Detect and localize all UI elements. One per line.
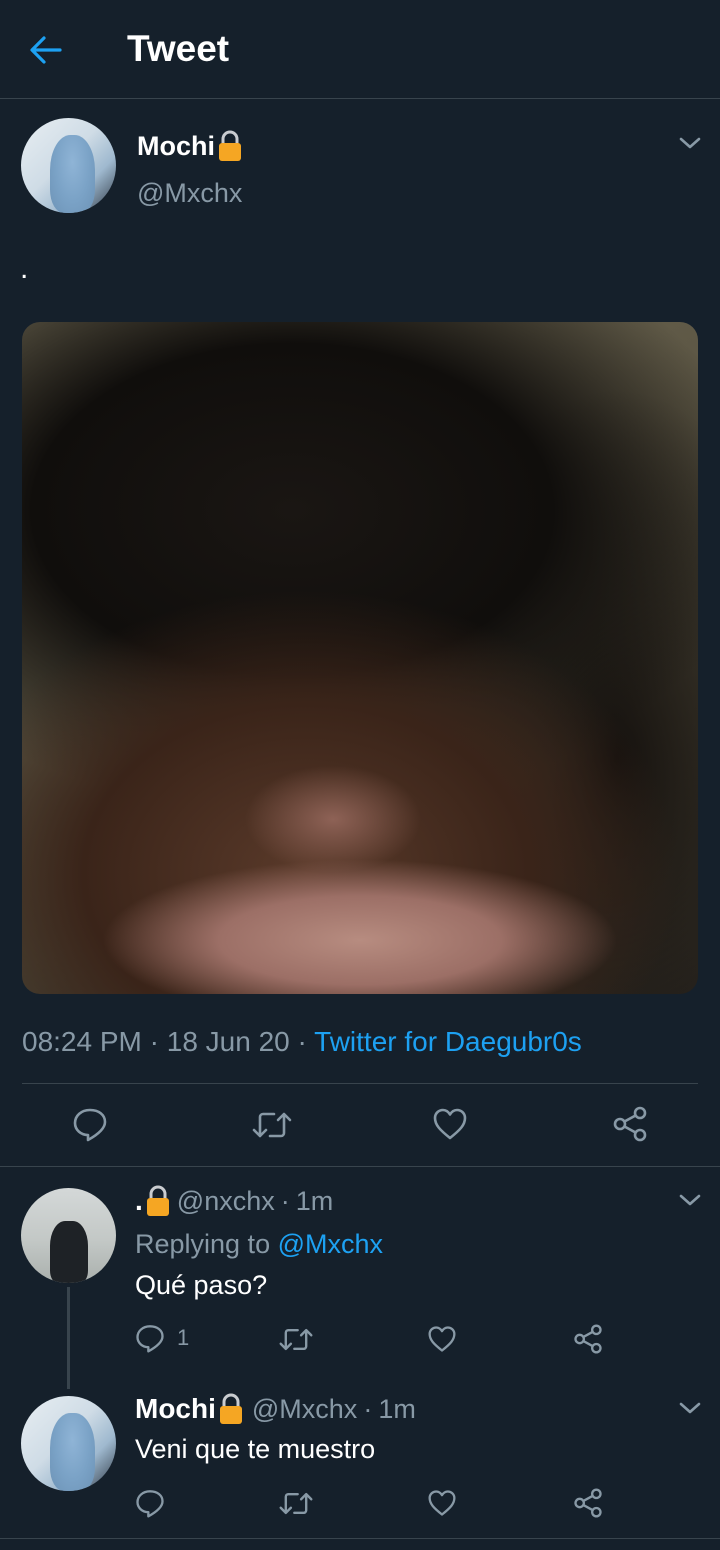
avatar[interactable] xyxy=(21,1188,116,1283)
reply-time: 1m xyxy=(378,1393,416,1424)
author-handle: @Mxchx xyxy=(137,178,243,208)
reply-icon xyxy=(73,1108,107,1142)
reply-header: . @nxchx · 1m xyxy=(135,1185,333,1217)
reply-count: 1 xyxy=(177,1325,190,1350)
chevron-down-icon xyxy=(679,1194,701,1206)
share-button[interactable] xyxy=(612,1106,648,1142)
reply-button[interactable]: 1 xyxy=(135,1323,189,1353)
reply-author-handle[interactable]: @nxchx xyxy=(177,1186,275,1217)
heart-icon xyxy=(428,1326,456,1352)
tweet-date: 18 Jun 20 xyxy=(166,1026,290,1057)
author-name: Mochi xyxy=(137,130,215,161)
retweet-icon xyxy=(252,1112,292,1138)
thread-line xyxy=(67,1287,70,1389)
reply-button[interactable] xyxy=(135,1488,165,1518)
share-icon xyxy=(574,1488,602,1518)
tweet-photo[interactable] xyxy=(22,322,698,994)
retweet-icon xyxy=(279,1328,313,1351)
meta-separator: · xyxy=(297,1026,307,1057)
retweet-button[interactable] xyxy=(252,1108,292,1142)
replying-to-handle[interactable]: @Mxchx xyxy=(278,1229,383,1259)
chevron-down-icon xyxy=(679,137,701,149)
avatar[interactable] xyxy=(21,118,116,213)
reply-text: Qué paso? xyxy=(135,1270,268,1300)
more-options-button[interactable] xyxy=(677,1190,703,1210)
meta-separator: · xyxy=(363,1393,373,1424)
retweet-button[interactable] xyxy=(279,1489,313,1518)
chevron-down-icon xyxy=(679,1402,701,1414)
reply-author-name[interactable]: . xyxy=(135,1185,143,1217)
replying-to-label: Replying to xyxy=(135,1229,271,1259)
heart-icon xyxy=(433,1108,467,1140)
reply-icon xyxy=(136,1325,164,1353)
like-button[interactable] xyxy=(427,1489,457,1517)
avatar[interactable] xyxy=(21,1396,116,1491)
header-divider xyxy=(0,98,720,99)
lock-icon xyxy=(146,1185,169,1216)
tweet-text: . xyxy=(20,252,29,285)
share-button[interactable] xyxy=(573,1324,603,1354)
lock-icon xyxy=(219,130,241,161)
tweet-time: 08:24 PM xyxy=(22,1026,142,1057)
reply-author-name[interactable]: Mochi xyxy=(135,1393,216,1425)
retweet-button[interactable] xyxy=(279,1325,313,1354)
arrow-left-icon xyxy=(30,36,62,64)
like-button[interactable] xyxy=(427,1325,457,1353)
share-icon xyxy=(574,1324,602,1354)
meta-separator: · xyxy=(280,1185,290,1216)
reply-button[interactable] xyxy=(72,1106,108,1142)
reply-author-handle[interactable]: @Mxchx xyxy=(252,1394,357,1425)
actions-divider xyxy=(0,1166,720,1167)
like-button[interactable] xyxy=(432,1107,468,1141)
more-options-button[interactable] xyxy=(677,1398,703,1418)
share-icon xyxy=(613,1106,647,1142)
bottom-divider xyxy=(0,1538,720,1539)
replying-to: Replying to @Mxchx xyxy=(135,1229,383,1260)
share-button[interactable] xyxy=(573,1488,603,1518)
tweet-meta: 08:24 PM · 18 Jun 20 · Twitter for Daegu… xyxy=(22,1026,582,1058)
heart-icon xyxy=(428,1490,456,1516)
reply-text: Veni que te muestro xyxy=(135,1434,376,1464)
meta-separator: · xyxy=(149,1026,159,1057)
back-button[interactable] xyxy=(28,30,72,70)
meta-divider xyxy=(22,1083,698,1084)
retweet-icon xyxy=(279,1492,313,1515)
tweet-source-link[interactable]: Twitter for Daegubr0s xyxy=(314,1026,582,1057)
lock-icon xyxy=(219,1393,242,1424)
reply-icon xyxy=(136,1490,164,1518)
page-title: Tweet xyxy=(127,28,230,69)
author-name-row[interactable]: Mochi xyxy=(137,130,243,162)
reply-header: Mochi @Mxchx · 1m xyxy=(135,1393,416,1425)
reply-time: 1m xyxy=(295,1185,334,1216)
more-options-button[interactable] xyxy=(677,133,703,153)
